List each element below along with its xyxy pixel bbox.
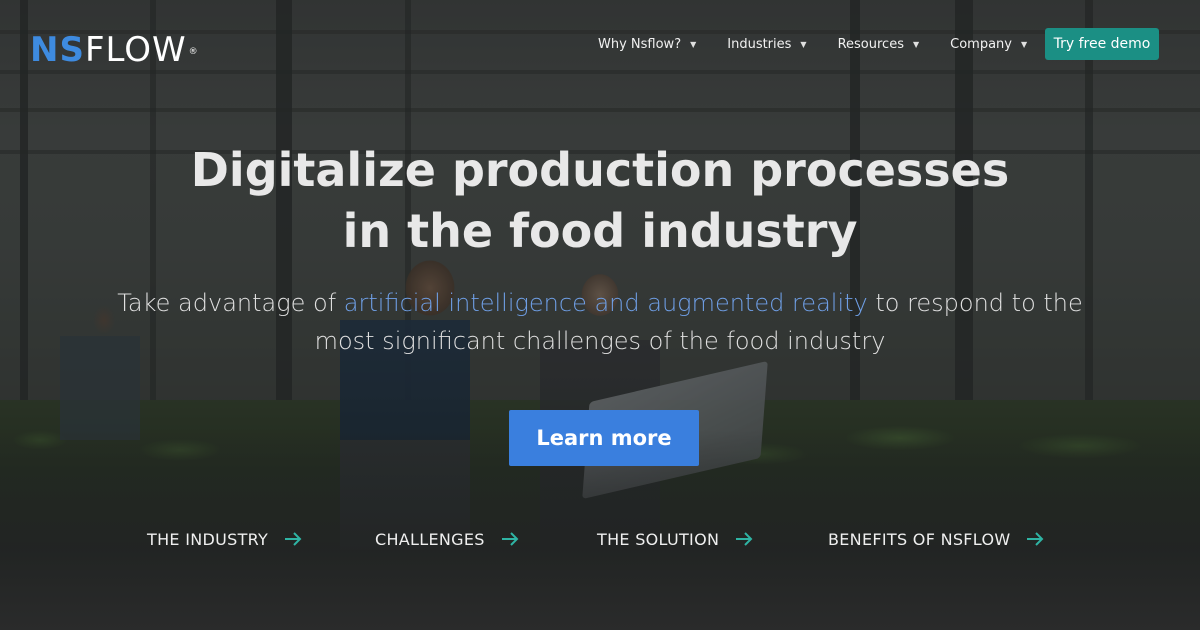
nav-item-industries[interactable]: Industries ▼ — [727, 29, 806, 59]
nav-item-label: Resources — [837, 36, 904, 52]
arrow-right-icon — [1027, 532, 1044, 546]
section-link-the-solution[interactable]: THE SOLUTION — [597, 524, 753, 554]
logo-part-ns: NS — [30, 30, 85, 70]
logo-part-flow: FLOW — [84, 30, 187, 70]
section-link-benefits-of-nsflow[interactable]: BENEFITS OF NSFLOW — [828, 524, 1044, 554]
section-link-label: THE SOLUTION — [597, 529, 720, 549]
section-links: THE INDUSTRY CHALLENGES THE SOLUTION BEN… — [0, 524, 1200, 554]
learn-more-button[interactable]: Learn more — [509, 410, 699, 466]
nsflow-logo[interactable]: NSFLOW ® — [30, 30, 199, 70]
nav-item-company[interactable]: Company ▼ — [950, 29, 1027, 59]
hero-title-line-2: in the food industry — [342, 204, 858, 258]
hero-subtitle: Take advantage of artificial intelligenc… — [100, 284, 1100, 360]
nav-item-why-nsflow[interactable]: Why Nsflow? ▼ — [598, 29, 696, 59]
section-link-the-industry[interactable]: THE INDUSTRY — [147, 524, 302, 554]
caret-down-icon: ▼ — [800, 39, 807, 49]
arrow-right-icon — [285, 532, 302, 546]
nav-item-label: Company — [950, 36, 1012, 52]
hero-title: Digitalize production processes in the f… — [0, 140, 1200, 262]
hero-title-line-1: Digitalize production processes — [190, 143, 1010, 197]
arrow-right-icon — [736, 532, 753, 546]
section-link-label: THE INDUSTRY — [147, 529, 269, 549]
section-link-label: BENEFITS OF NSFLOW — [828, 529, 1011, 549]
logo-registered-mark: ® — [188, 47, 199, 57]
main-nav: Why Nsflow? ▼ Industries ▼ Resources ▼ C… — [598, 29, 1058, 59]
hero-subtitle-highlight: artificial intelligence and augmented re… — [343, 289, 868, 317]
section-link-challenges[interactable]: CHALLENGES — [375, 524, 519, 554]
hero-subtitle-pre: Take advantage of — [117, 289, 344, 317]
caret-down-icon: ▼ — [690, 39, 697, 49]
nav-item-label: Why Nsflow? — [598, 36, 682, 52]
nav-item-resources[interactable]: Resources ▼ — [838, 29, 920, 59]
section-link-label: CHALLENGES — [375, 529, 485, 549]
try-free-demo-button[interactable]: Try free demo — [1045, 28, 1159, 60]
caret-down-icon: ▼ — [912, 39, 920, 49]
arrow-right-icon — [501, 532, 519, 546]
site-header: NSFLOW ® Why Nsflow? ▼ Industries ▼ Resou… — [0, 0, 1200, 90]
caret-down-icon: ▼ — [1020, 39, 1028, 49]
nav-item-label: Industries — [727, 36, 792, 52]
